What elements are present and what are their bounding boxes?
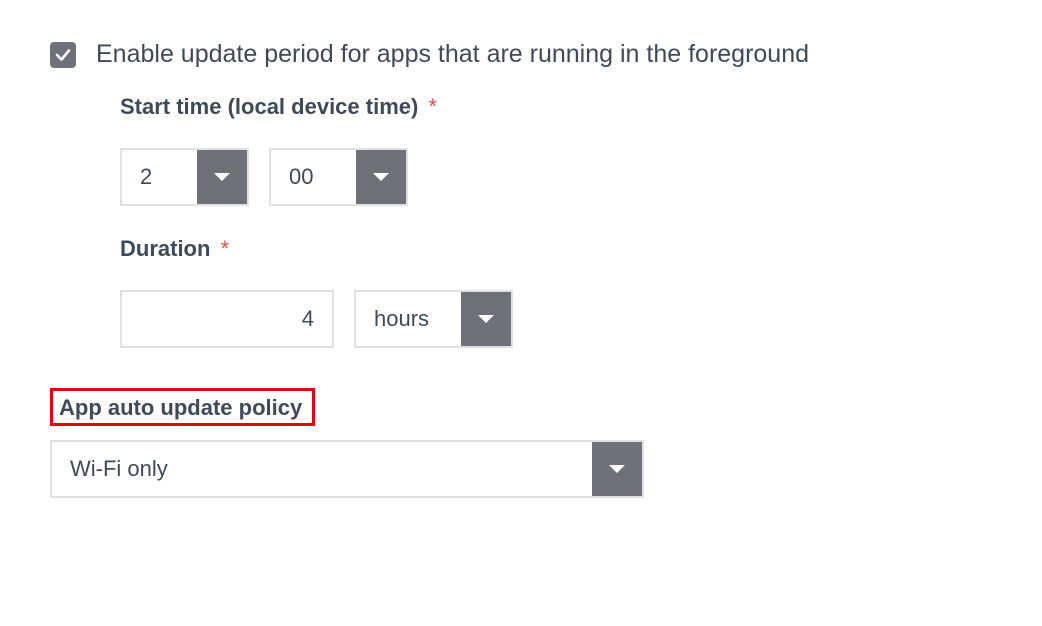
duration-value-input[interactable]: 4 bbox=[120, 290, 334, 348]
start-hour-value: 2 bbox=[122, 150, 197, 204]
policy-value: Wi-Fi only bbox=[52, 442, 592, 496]
required-indicator: * bbox=[428, 94, 437, 119]
chevron-down-icon bbox=[477, 313, 495, 325]
checkmark-icon bbox=[54, 46, 72, 64]
policy-dropdown-button[interactable] bbox=[592, 442, 642, 496]
duration-value: 4 bbox=[122, 292, 332, 346]
required-indicator: * bbox=[221, 236, 230, 261]
duration-label: Duration * bbox=[120, 236, 992, 262]
enable-update-period-row: Enable update period for apps that are r… bbox=[50, 40, 992, 69]
policy-label-highlight: App auto update policy bbox=[50, 388, 315, 426]
start-minute-dropdown-button[interactable] bbox=[356, 150, 406, 204]
start-time-controls: 2 00 bbox=[120, 148, 992, 206]
start-time-label: Start time (local device time) * bbox=[120, 94, 992, 120]
policy-block: App auto update policy Wi-Fi only bbox=[50, 378, 992, 498]
policy-label: App auto update policy bbox=[59, 395, 302, 420]
start-minute-select[interactable]: 00 bbox=[269, 148, 408, 206]
duration-label-text: Duration bbox=[120, 236, 210, 261]
start-time-label-text: Start time (local device time) bbox=[120, 94, 418, 119]
policy-controls: Wi-Fi only bbox=[50, 440, 992, 498]
duration-controls: 4 hours bbox=[120, 290, 992, 348]
duration-unit-dropdown-button[interactable] bbox=[461, 292, 511, 346]
duration-block: Duration * 4 hours bbox=[120, 236, 992, 348]
chevron-down-icon bbox=[372, 171, 390, 183]
start-minute-value: 00 bbox=[271, 150, 356, 204]
duration-unit-value: hours bbox=[356, 292, 461, 346]
chevron-down-icon bbox=[608, 463, 626, 475]
enable-update-period-checkbox[interactable] bbox=[50, 42, 76, 68]
chevron-down-icon bbox=[213, 171, 231, 183]
enable-update-period-label: Enable update period for apps that are r… bbox=[96, 40, 809, 69]
start-hour-select[interactable]: 2 bbox=[120, 148, 249, 206]
duration-unit-select[interactable]: hours bbox=[354, 290, 513, 348]
start-time-block: Start time (local device time) * 2 00 bbox=[120, 94, 992, 206]
start-hour-dropdown-button[interactable] bbox=[197, 150, 247, 204]
policy-select[interactable]: Wi-Fi only bbox=[50, 440, 644, 498]
